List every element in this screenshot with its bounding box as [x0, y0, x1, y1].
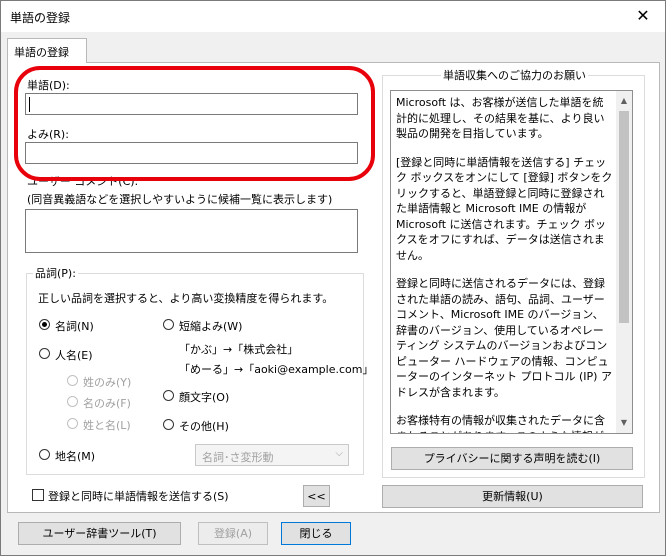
window-title: 単語の登録: [10, 11, 71, 25]
title-bar: 単語の登録 ✕: [1, 1, 665, 32]
radio-given-name-label[interactable]: 名のみ(F): [83, 395, 131, 411]
radio-place[interactable]: [39, 449, 50, 460]
comment-hint: (同音異義語などを選択しやすいように候補一覧に表示します): [27, 193, 333, 206]
text-caret: [29, 97, 30, 112]
info-textbox[interactable]: Microsoft は、お客様が送信した単語を統計的に処理し、その結果を基に、よ…: [390, 90, 633, 434]
reading-input[interactable]: [25, 142, 358, 164]
chevron-down-icon: ⌵: [335, 448, 343, 459]
radio-noun-label[interactable]: 名詞(N): [55, 318, 94, 334]
reading-label: よみ(R):: [27, 128, 69, 141]
radio-short-reading-label[interactable]: 短縮よみ(W): [179, 318, 242, 334]
word-label: 単語(D):: [27, 79, 70, 92]
comment-label: ユーザー コメント(C):: [27, 175, 139, 188]
radio-given-name[interactable]: [67, 396, 78, 407]
word-input[interactable]: [25, 93, 358, 115]
radio-short-reading[interactable]: [163, 319, 174, 330]
radio-noun[interactable]: [39, 319, 50, 330]
info-paragraph: 登録と同時に送信されるデータには、登録された単語の読み、語句、品詞、ユーザー コ…: [396, 277, 612, 399]
part-of-speech-select[interactable]: 名詞･さ変形動 ⌵: [195, 444, 349, 466]
user-dictionary-tool-button[interactable]: ユーザー辞書ツール(T): [18, 522, 181, 545]
word-collection-legend: 単語収集へのご協力のお願い: [443, 69, 586, 82]
short-reading-example-1: 「かぶ」→「株式会社」: [179, 343, 299, 356]
comment-input[interactable]: [25, 209, 358, 253]
dialog-window: 単語の登録 ✕ 単語の登録 単語(D): よみ(R): ユーザー コメント(C)…: [0, 0, 666, 556]
info-paragraph: Microsoft は、お客様が送信した単語を統計的に処理し、その結果を基に、よ…: [396, 96, 605, 140]
info-scrollbar[interactable]: ▲ ▼: [616, 91, 632, 433]
radio-full-name[interactable]: [67, 418, 78, 429]
radio-place-label[interactable]: 地名(M): [55, 448, 95, 464]
radio-surname[interactable]: [67, 375, 78, 386]
scroll-down-icon[interactable]: ▼: [616, 415, 632, 431]
update-info-button[interactable]: 更新情報(U): [382, 485, 643, 508]
radio-surname-label[interactable]: 姓のみ(Y): [83, 374, 131, 390]
send-word-info-label[interactable]: 登録と同時に単語情報を送信する(S): [48, 488, 229, 504]
info-paragraph: お客様特有の情報が収集されたデータに含まれることがあります。このような情報が存在…: [396, 414, 605, 433]
radio-person-label[interactable]: 人名(E): [55, 347, 93, 363]
close-icon[interactable]: ✕: [631, 5, 655, 27]
radio-full-name-label[interactable]: 姓と名(L): [83, 417, 131, 433]
radio-emoticon-label[interactable]: 顔文字(O): [179, 389, 229, 405]
part-of-speech-select-value: 名詞･さ変形動: [202, 451, 274, 464]
info-text: Microsoft は、お客様が送信した単語を統計的に処理し、その結果を基に、よ…: [396, 95, 613, 433]
collapse-button[interactable]: <<: [303, 485, 330, 507]
radio-emoticon[interactable]: [163, 390, 174, 401]
scrollbar-thumb[interactable]: [619, 111, 629, 323]
register-button[interactable]: 登録(A): [198, 522, 268, 545]
part-of-speech-legend: 品詞(P):: [35, 267, 76, 280]
info-paragraph: [登録と同時に単語情報を送信する] チェック ボックスをオンにして [登録] ボ…: [396, 155, 613, 262]
tab-label: 単語の登録: [14, 46, 69, 59]
part-of-speech-description: 正しい品詞を選択すると、より高い変換精度を得られます。: [38, 292, 334, 305]
privacy-statement-button[interactable]: プライバシーに関する声明を読む(I): [391, 447, 633, 470]
radio-person[interactable]: [39, 348, 50, 359]
radio-other-label[interactable]: その他(H): [179, 418, 229, 434]
send-word-info-checkbox[interactable]: [32, 489, 44, 501]
short-reading-example-2: 「めーる」→「aoki@example.com」: [179, 363, 374, 376]
radio-other[interactable]: [163, 419, 174, 430]
scroll-up-icon[interactable]: ▲: [616, 93, 632, 109]
close-button[interactable]: 閉じる: [281, 522, 351, 545]
tab-word-registration[interactable]: 単語の登録: [7, 38, 87, 63]
